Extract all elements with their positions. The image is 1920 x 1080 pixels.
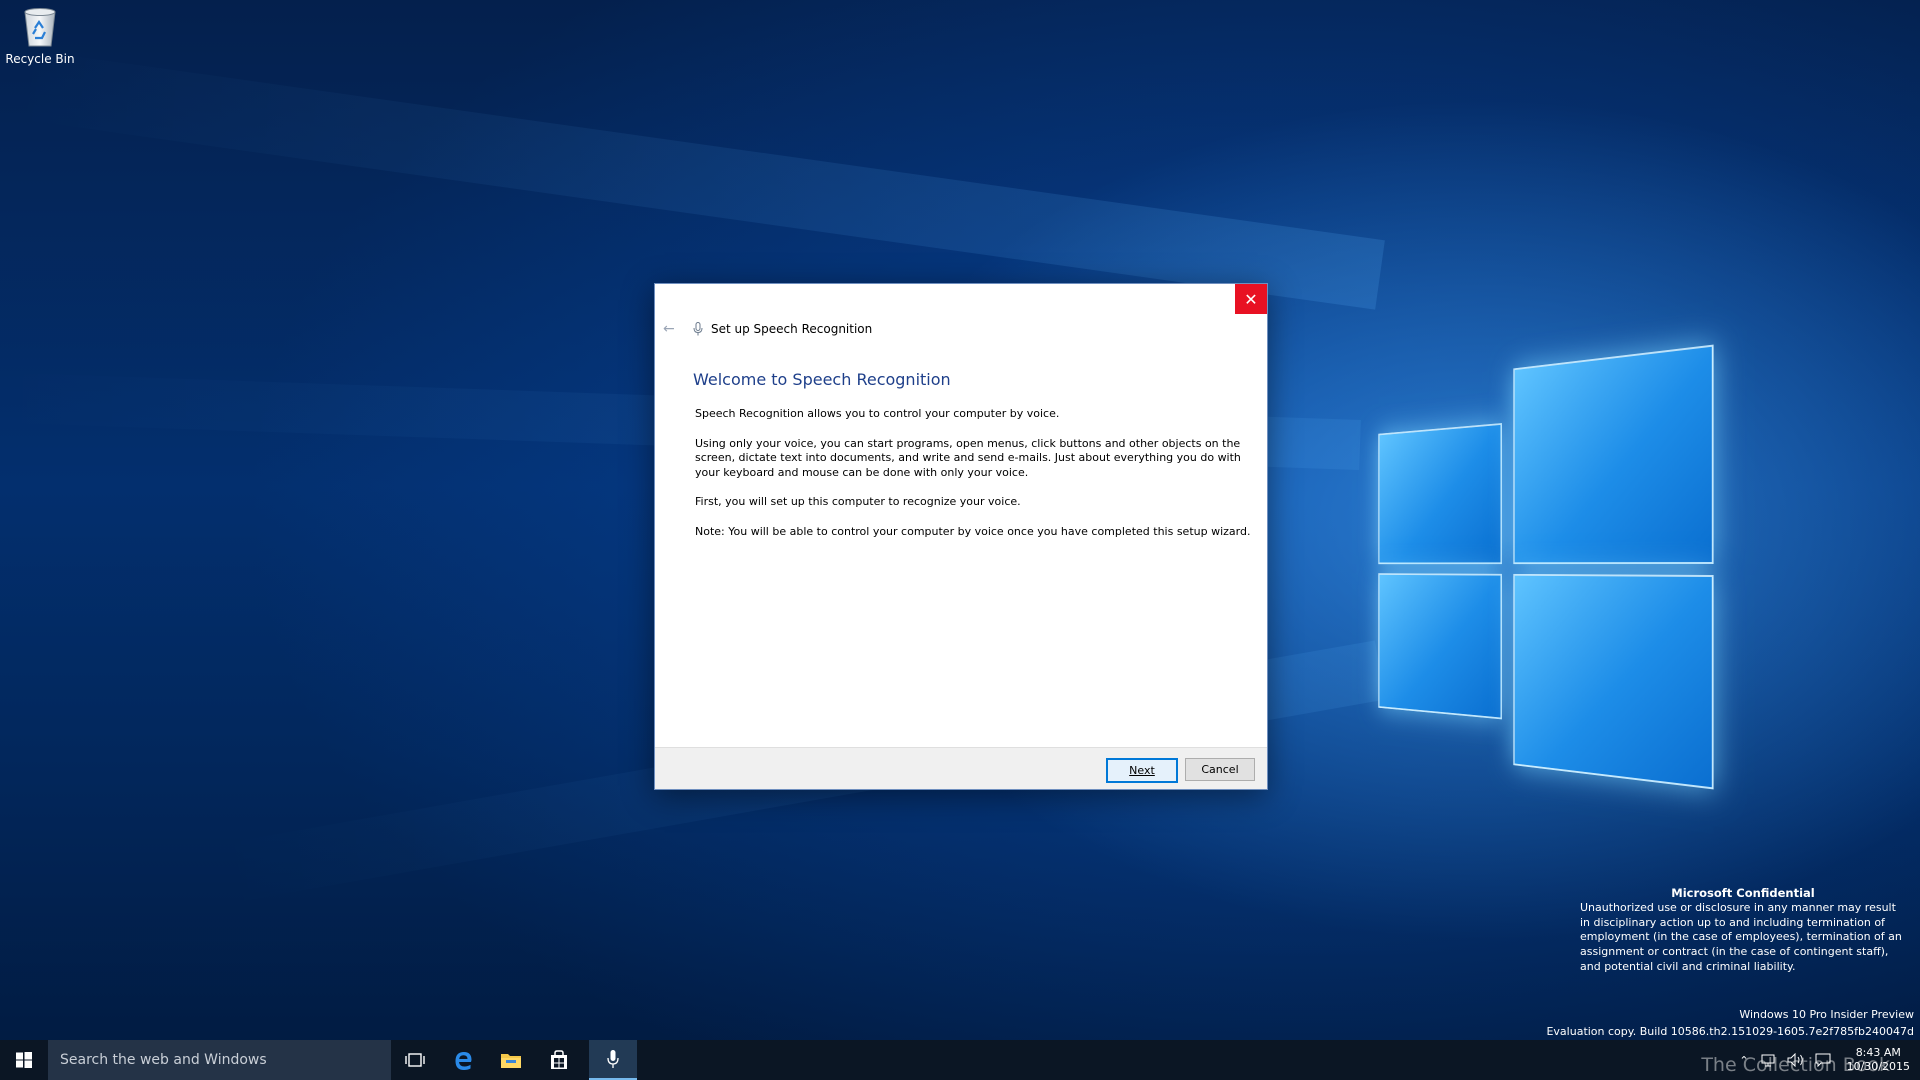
recycle-bin-label: Recycle Bin [5, 52, 75, 66]
edge-icon [455, 1052, 472, 1070]
speech-recognition-taskbar-button[interactable] [589, 1040, 637, 1080]
dialog-footer: Next Cancel [655, 747, 1267, 789]
logo-pane-bottom-left [1378, 573, 1502, 720]
confidential-title: Microsoft Confidential [1671, 886, 1815, 900]
paragraph-note: Note: You will be able to control your c… [695, 524, 1251, 538]
paragraph-capabilities: Using only your voice, you can start pro… [695, 436, 1241, 479]
next-button[interactable]: Next [1106, 758, 1178, 783]
edge-button[interactable] [439, 1040, 487, 1080]
windows-start-icon [16, 1052, 32, 1068]
cancel-button[interactable]: Cancel [1185, 758, 1255, 781]
welcome-heading: Welcome to Speech Recognition [693, 370, 951, 389]
dialog-body: Welcome to Speech Recognition Speech Rec… [693, 370, 1253, 554]
confidential-text: Unauthorized use or disclosure in any ma… [1580, 900, 1902, 973]
task-view-button[interactable] [391, 1040, 439, 1080]
next-button-label: Next [1129, 764, 1155, 777]
file-explorer-button[interactable] [487, 1040, 535, 1080]
light-beam [8, 48, 1385, 310]
cancel-button-label: Cancel [1201, 763, 1239, 776]
paragraph-intro: Speech Recognition allows you to control… [695, 407, 1060, 420]
start-button[interactable] [0, 1040, 48, 1080]
clock-time: 8:43 AM [1855, 1046, 1901, 1059]
action-center-icon[interactable] [1815, 1053, 1831, 1067]
windows-edition: Windows 10 Pro Insider Preview [1739, 1008, 1914, 1021]
logo-pane-bottom-right [1513, 573, 1714, 790]
dialog-title: Set up Speech Recognition [711, 322, 873, 336]
build-info: Windows 10 Pro Insider Preview Evaluatio… [1546, 1006, 1914, 1040]
speech-recognition-dialog: ✕ ← Set up Speech Recognition Welcome to… [654, 283, 1268, 790]
file-explorer-icon [501, 1054, 521, 1068]
back-arrow-icon[interactable]: ← [663, 321, 683, 337]
search-placeholder: Search the web and Windows [60, 1052, 267, 1068]
system-tray: ⌃ 8:43 AM 10/30/2015 [1739, 1040, 1910, 1080]
store-button[interactable] [535, 1040, 583, 1080]
logo-pane-top-left [1378, 423, 1502, 565]
close-button[interactable]: ✕ [1235, 284, 1267, 314]
task-view-icon [405, 1053, 425, 1067]
close-icon: ✕ [1244, 289, 1258, 309]
microphone-icon [607, 1050, 619, 1068]
build-string: Evaluation copy. Build 10586.th2.151029-… [1546, 1025, 1914, 1038]
clock-date: 10/30/2015 [1846, 1060, 1910, 1073]
microphone-icon [693, 322, 703, 336]
taskbar: Search the web and Windows The Collectio… [0, 1040, 1920, 1080]
dialog-header: ← Set up Speech Recognition [663, 321, 872, 337]
volume-icon[interactable] [1787, 1053, 1805, 1067]
recycle-bin-icon [21, 6, 59, 48]
paragraph-setup: First, you will set up this computer to … [695, 495, 1021, 508]
show-hidden-icons-icon[interactable]: ⌃ [1739, 1054, 1748, 1067]
store-icon [551, 1050, 567, 1069]
network-icon[interactable] [1761, 1053, 1777, 1067]
confidential-watermark: Microsoft Confidential Unauthorized use … [1580, 886, 1906, 975]
search-box[interactable]: Search the web and Windows [48, 1040, 391, 1080]
recycle-bin[interactable]: Recycle Bin [4, 6, 76, 66]
clock[interactable]: 8:43 AM 10/30/2015 [1847, 1046, 1910, 1074]
logo-pane-top-right [1513, 344, 1714, 565]
windows-logo-wallpaper [1378, 344, 1714, 790]
